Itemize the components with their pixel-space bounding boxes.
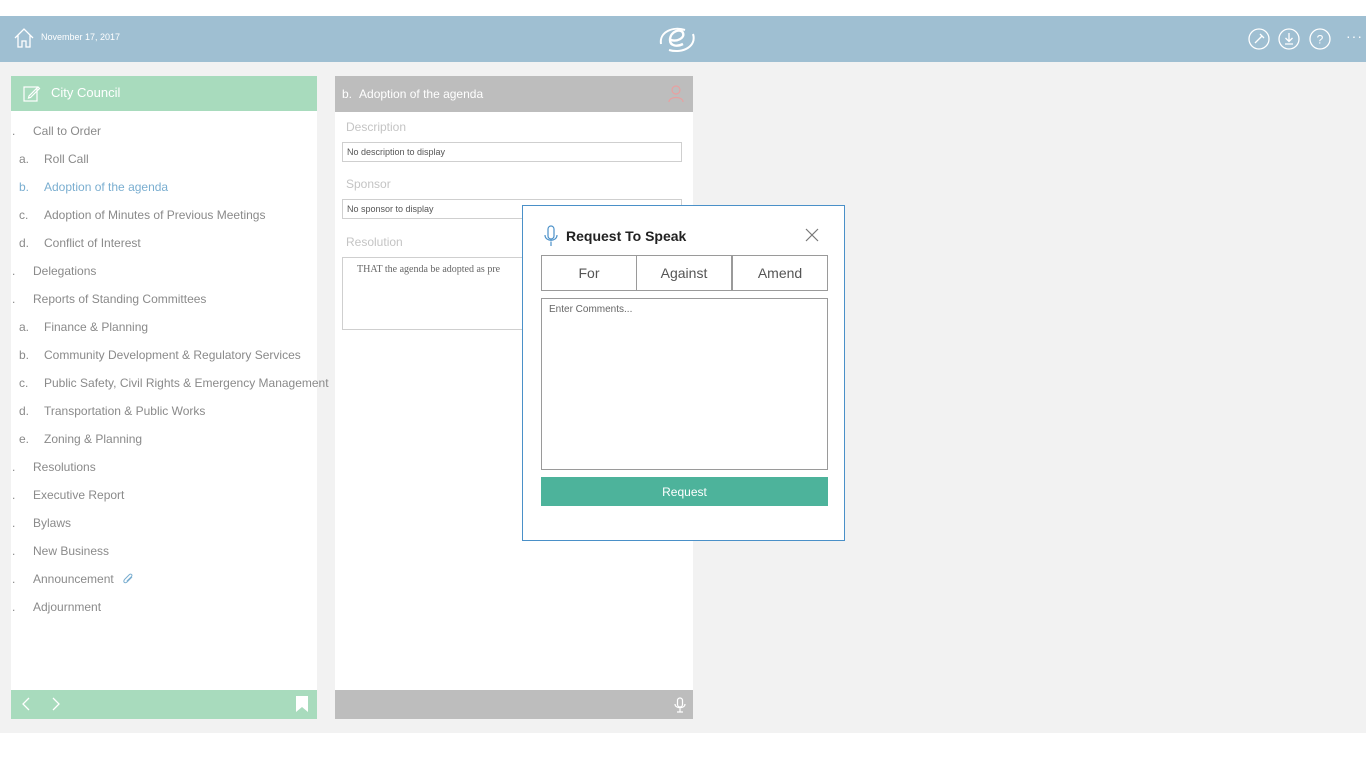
svg-text:?: ? — [1317, 33, 1324, 47]
agenda-item-number: d. — [19, 404, 30, 418]
agenda-item[interactable]: . Resolutions — [11, 453, 317, 481]
agenda-item-label: Adoption of the agenda — [44, 180, 169, 194]
top-bar: November 17, 2017 ? ··· — [0, 16, 1366, 62]
agenda-item-label: Adjournment — [33, 600, 102, 614]
comments-input[interactable]: Enter Comments... — [541, 298, 828, 470]
option-amend-button[interactable]: Amend — [732, 255, 828, 291]
agenda-item-label: Adoption of Minutes of Previous Meetings — [44, 208, 266, 222]
more-options-button[interactable]: ··· — [1346, 28, 1363, 44]
request-button[interactable]: Request — [541, 477, 828, 506]
agenda-item-number: e. — [19, 432, 30, 446]
agenda-item-label: Conflict of Interest — [44, 236, 141, 250]
agenda-item-label: Finance & Planning — [44, 320, 149, 334]
item-detail-header: b. Adoption of the agenda — [335, 76, 693, 112]
agenda-item-number: c. — [19, 208, 29, 222]
agenda-item-label: Zoning & Planning — [44, 432, 143, 446]
agenda-item[interactable]: b. Community Development & Regulatory Ser… — [11, 341, 317, 369]
agenda-list: . Call to Order a. Roll Call b. Adoption of t… — [11, 117, 329, 621]
item-title: Adoption of the agenda — [359, 87, 484, 101]
agenda-item-number: . — [12, 516, 16, 530]
agenda-item-label: Community Development & Regulatory Servi… — [44, 348, 301, 362]
agenda-item-number: . — [12, 460, 16, 474]
agenda-item[interactable]: c. Adoption of Minutes of Previous Meetin… — [11, 201, 317, 229]
bookmark-icon[interactable] — [296, 696, 308, 712]
agenda-item-label: Public Safety, Civil Rights & Emergency … — [44, 376, 329, 390]
agenda-item-number: a. — [19, 320, 30, 334]
option-for-button[interactable]: For — [541, 255, 637, 291]
agenda-item-label: Transportation & Public Works — [44, 404, 206, 418]
agenda-item[interactable]: . New Business — [11, 537, 317, 565]
agenda-item[interactable]: e. Zoning & Planning — [11, 425, 317, 453]
agenda-item[interactable]: a. Finance & Planning — [11, 313, 317, 341]
agenda-item-number: . — [12, 124, 16, 138]
edit-icon[interactable] — [23, 84, 41, 102]
item-number: b. — [342, 87, 353, 101]
agenda-item-number: . — [12, 600, 16, 614]
agenda-item[interactable]: a. Roll Call — [11, 145, 317, 173]
agenda-item[interactable]: . Bylaws — [11, 509, 317, 537]
agenda-item-number: . — [12, 292, 16, 306]
agenda-item-label: Delegations — [33, 264, 97, 278]
pin-icon[interactable] — [1248, 28, 1270, 50]
meeting-title: City Council — [51, 85, 121, 100]
previous-arrow-icon[interactable] — [19, 696, 35, 712]
item-title-wrap: b. Adoption of the agenda — [342, 87, 483, 101]
microphone-icon — [544, 225, 558, 246]
agenda-footer — [11, 690, 317, 719]
agenda-item-number: b. — [19, 180, 30, 194]
logo-icon — [659, 27, 695, 52]
agenda-item[interactable]: . Announcement — [11, 565, 317, 593]
meeting-date: November 17, 2017 — [41, 32, 121, 42]
agenda-item[interactable]: . Adjournment — [11, 593, 317, 621]
agenda-item-label: New Business — [33, 544, 110, 558]
attachment-icon[interactable] — [122, 573, 134, 585]
agenda-item-number: d. — [19, 236, 30, 250]
agenda-item-number: . — [12, 544, 16, 558]
agenda-item-label: Call to Order — [33, 124, 102, 138]
agenda-item[interactable]: c. Public Safety, Civil Rights & Emergenc… — [11, 369, 329, 397]
agenda-item-label: Announcement — [33, 572, 114, 586]
agenda-item[interactable]: b. Adoption of the agenda — [11, 173, 317, 201]
close-icon[interactable] — [805, 228, 819, 242]
agenda-item[interactable]: . Reports of Standing Committees — [11, 285, 317, 313]
agenda-item[interactable]: . Call to Order — [11, 117, 317, 145]
request-to-speak-dialog: Request To Speak For Against Amend Enter… — [522, 205, 845, 541]
agenda-header: City Council — [11, 76, 317, 111]
agenda-item-number: . — [12, 264, 16, 278]
next-arrow-icon[interactable] — [47, 696, 63, 712]
sponsor-label: Sponsor — [346, 177, 391, 191]
download-icon[interactable] — [1278, 28, 1300, 50]
help-icon[interactable]: ? — [1309, 28, 1331, 50]
agenda-item-label: Executive Report — [33, 488, 125, 502]
description-field: No description to display — [342, 142, 682, 162]
agenda-item[interactable]: d. Transportation & Public Works — [11, 397, 317, 425]
agenda-item-label: Roll Call — [44, 152, 89, 166]
speaker-person-icon[interactable] — [668, 85, 684, 103]
agenda-item-label: Reports of Standing Committees — [33, 292, 207, 306]
app-window: November 17, 2017 ? ··· City Council . C… — [0, 16, 1366, 733]
agenda-item-label: Bylaws — [33, 516, 72, 530]
agenda-item-number: c. — [19, 376, 29, 390]
agenda-item-number: . — [12, 488, 16, 502]
resolution-label: Resolution — [346, 235, 403, 249]
home-icon[interactable] — [13, 27, 35, 49]
agenda-item[interactable]: . Delegations — [11, 257, 317, 285]
agenda-item-number: . — [12, 572, 16, 586]
agenda-item[interactable]: d. Conflict of Interest — [11, 229, 317, 257]
agenda-panel: City Council . Call to Order a. Roll Call b.… — [11, 76, 329, 719]
agenda-item-number: b. — [19, 348, 30, 362]
dialog-title: Request To Speak — [566, 228, 687, 244]
agenda-item-number: a. — [19, 152, 30, 166]
agenda-item-label: Resolutions — [33, 460, 96, 474]
description-label: Description — [346, 120, 407, 134]
item-detail-footer — [335, 690, 693, 719]
microphone-icon[interactable] — [674, 697, 686, 713]
agenda-item[interactable]: . Executive Report — [11, 481, 317, 509]
option-against-button[interactable]: Against — [636, 255, 732, 291]
